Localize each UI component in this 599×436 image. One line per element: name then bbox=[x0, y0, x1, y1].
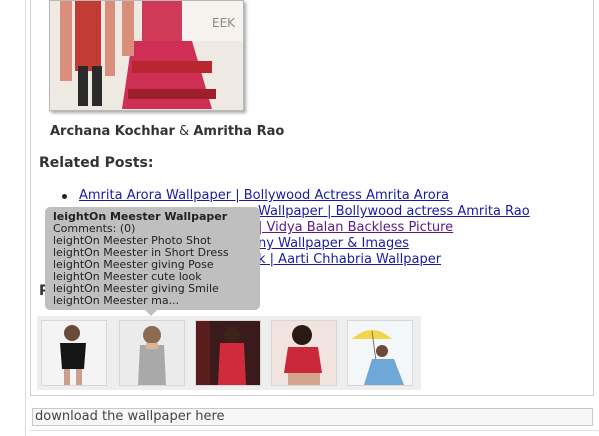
download-text: download the wallpaper here bbox=[35, 409, 225, 424]
thumbnail-4[interactable] bbox=[271, 320, 337, 386]
thumbnail-tooltip: leightOn Meester Wallpaper Comments: (0)… bbox=[45, 207, 260, 316]
related-post-link[interactable]: k | Aarti Chhabria Wallpaper bbox=[258, 252, 441, 268]
thumbnail-2[interactable] bbox=[119, 320, 185, 386]
bullet-icon bbox=[62, 194, 67, 199]
thumbnail-3[interactable] bbox=[195, 320, 261, 386]
photo-icon bbox=[120, 321, 184, 385]
download-wallpaper-bar[interactable]: download the wallpaper here bbox=[32, 408, 593, 426]
photo-caption: Archana Kochhar & Amritha Rao bbox=[50, 124, 284, 139]
tooltip-arrow-icon bbox=[145, 310, 157, 316]
related-posts-heading: Related Posts: bbox=[39, 155, 154, 171]
related-post-link[interactable]: Amrita Arora Wallpaper | Bollywood Actre… bbox=[79, 188, 449, 204]
featured-photo-image: EEK bbox=[50, 1, 243, 110]
caption-name-2: Amritha Rao bbox=[193, 124, 285, 139]
thumbnail-1[interactable] bbox=[41, 320, 107, 386]
related-post-link[interactable]: ny Wallpaper & Images bbox=[258, 236, 409, 252]
bottom-divider bbox=[30, 430, 599, 431]
featured-photo[interactable]: EEK bbox=[49, 0, 244, 111]
related-post-link[interactable]: | Vidya Balan Backless Picture bbox=[258, 220, 453, 236]
tooltip-line: leightOn Meester ma... bbox=[53, 294, 180, 307]
photo-icon bbox=[42, 321, 106, 385]
photo-icon bbox=[196, 321, 260, 385]
related-post-link[interactable]: Wallpaper | Bollywood actress Amrita Rao bbox=[258, 204, 530, 220]
left-divider bbox=[25, 0, 26, 436]
photo-icon bbox=[348, 321, 412, 385]
photo-icon bbox=[272, 321, 336, 385]
popular-thumbnails-strip bbox=[37, 316, 421, 390]
caption-separator: & bbox=[179, 124, 190, 139]
svg-text:EEK: EEK bbox=[212, 16, 236, 30]
caption-name-1: Archana Kochhar bbox=[50, 124, 175, 139]
thumbnail-5[interactable] bbox=[347, 320, 413, 386]
